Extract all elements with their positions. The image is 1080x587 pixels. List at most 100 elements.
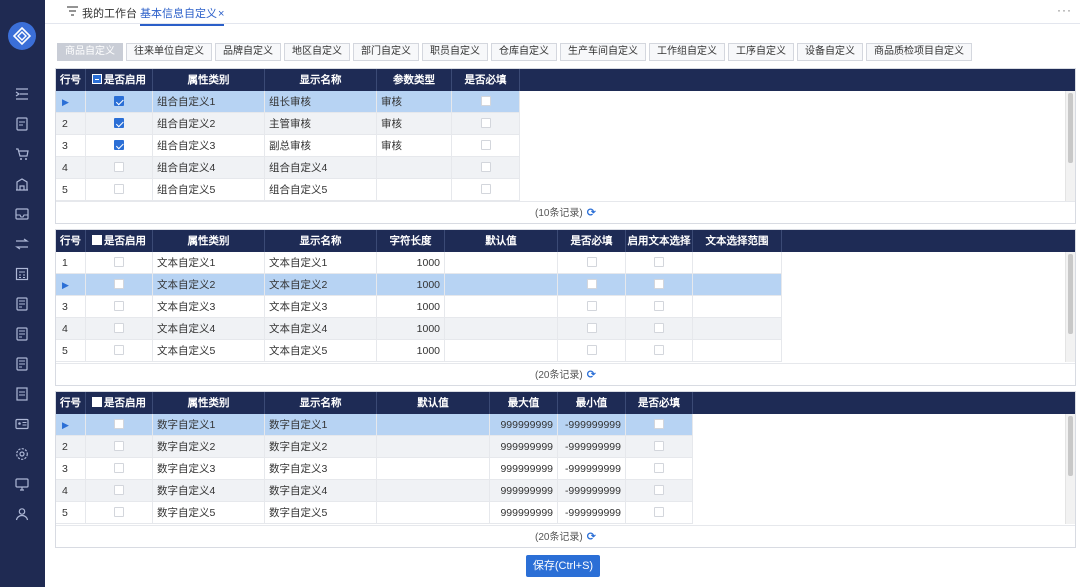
column-header-5[interactable]: 最大值 [490, 392, 558, 414]
checkbox[interactable] [654, 257, 664, 267]
table-row[interactable]: 4 数字自定义4 数字自定义4 999999999 -999999999 [56, 480, 693, 502]
refresh-icon[interactable]: ⟳ [587, 531, 596, 543]
cell-required[interactable] [558, 274, 626, 296]
column-header-6[interactable]: 最小值 [558, 392, 626, 414]
list-icon[interactable] [14, 386, 30, 402]
checkbox[interactable] [654, 441, 664, 451]
table-row[interactable]: 2 数字自定义2 数字自定义2 999999999 -999999999 [56, 436, 693, 458]
monitor-icon[interactable] [14, 476, 30, 492]
column-header-3[interactable]: 显示名称 [265, 230, 377, 252]
table-row[interactable]: 1 文本自定义1 文本自定义1 1000 [56, 252, 782, 274]
column-header-4[interactable]: 参数类型 [377, 69, 452, 91]
checkbox[interactable] [114, 279, 124, 289]
cell-required[interactable] [626, 458, 693, 480]
column-header-3[interactable]: 显示名称 [265, 69, 377, 91]
subtab-11[interactable]: 商品质检项目自定义 [866, 43, 972, 61]
user-icon[interactable] [14, 506, 30, 522]
column-header-0[interactable]: 行号 [56, 230, 86, 252]
close-tab-icon[interactable]: × [218, 8, 224, 20]
cell-required[interactable] [626, 480, 693, 502]
cell-text_select[interactable] [626, 274, 693, 296]
checkbox[interactable] [114, 118, 124, 128]
checkbox[interactable] [114, 463, 124, 473]
subtab-10[interactable]: 设备自定义 [797, 43, 863, 61]
cell-enabled[interactable] [86, 296, 153, 318]
column-header-0[interactable]: 行号 [56, 69, 86, 91]
more-icon[interactable]: ··· [1057, 3, 1072, 17]
settings-icon[interactable] [14, 446, 30, 462]
select-all-checkbox[interactable] [92, 235, 102, 245]
cell-required[interactable] [452, 135, 520, 157]
table-row[interactable]: ▶ 组合自定义1 组长审核 审核 [56, 91, 520, 113]
table-row[interactable]: 5 文本自定义5 文本自定义5 1000 [56, 340, 782, 362]
menu-indent-icon[interactable] [14, 86, 30, 102]
cell-enabled[interactable] [86, 135, 153, 157]
column-header-0[interactable]: 行号 [56, 392, 86, 414]
table-row[interactable]: 2 组合自定义2 主管审核 审核 [56, 113, 520, 135]
vertical-scrollbar[interactable] [1065, 414, 1075, 524]
select-all-checkbox[interactable] [92, 74, 102, 84]
refresh-icon[interactable]: ⟳ [587, 369, 596, 381]
checkbox[interactable] [114, 441, 124, 451]
checkbox[interactable] [480, 184, 491, 194]
checkbox[interactable] [586, 257, 597, 267]
table-row[interactable]: 5 数字自定义5 数字自定义5 999999999 -999999999 [56, 502, 693, 524]
cell-enabled[interactable] [86, 340, 153, 362]
filter-menu-icon[interactable] [67, 6, 78, 17]
cell-enabled[interactable] [86, 157, 153, 179]
column-header-4[interactable]: 字符长度 [377, 230, 445, 252]
cell-required[interactable] [626, 414, 693, 436]
cell-required[interactable] [452, 157, 520, 179]
column-header-1[interactable]: 是否启用 [86, 392, 153, 414]
vertical-scrollbar[interactable] [1065, 91, 1075, 201]
checkbox[interactable] [480, 140, 491, 150]
subtab-4[interactable]: 部门自定义 [353, 43, 419, 61]
cell-enabled[interactable] [86, 480, 153, 502]
column-header-4[interactable]: 默认值 [377, 392, 490, 414]
cell-required[interactable] [558, 318, 626, 340]
cell-required[interactable] [452, 179, 520, 201]
subtab-7[interactable]: 生产车间自定义 [560, 43, 646, 61]
cell-text_select[interactable] [626, 318, 693, 340]
document-icon[interactable] [14, 116, 30, 132]
checkbox[interactable] [480, 162, 491, 172]
cell-enabled[interactable] [86, 502, 153, 524]
table-row[interactable]: 5 组合自定义5 组合自定义5 [56, 179, 520, 201]
subtab-8[interactable]: 工作组自定义 [649, 43, 725, 61]
tab-custom-info[interactable]: 基本信息自定义× [140, 5, 225, 26]
checkbox[interactable] [480, 118, 491, 128]
checkbox[interactable] [654, 419, 664, 429]
cell-enabled[interactable] [86, 274, 153, 296]
column-header-6[interactable]: 是否必填 [558, 230, 626, 252]
checkbox[interactable] [114, 507, 124, 517]
table-row[interactable]: 3 数字自定义3 数字自定义3 999999999 -999999999 [56, 458, 693, 480]
column-header-5[interactable]: 是否必填 [452, 69, 520, 91]
column-header-1[interactable]: 是否启用 [86, 230, 153, 252]
checkbox[interactable] [654, 463, 664, 473]
select-all-checkbox[interactable] [92, 397, 102, 407]
table-row[interactable]: 4 文本自定义4 文本自定义4 1000 [56, 318, 782, 340]
subtab-2[interactable]: 品牌自定义 [215, 43, 281, 61]
column-header-2[interactable]: 属性类别 [153, 392, 265, 414]
tab-workbench[interactable]: 我的工作台 [82, 5, 137, 21]
cell-enabled[interactable] [86, 458, 153, 480]
checkbox[interactable] [114, 419, 124, 429]
id-card-icon[interactable] [14, 416, 30, 432]
column-header-2[interactable]: 属性类别 [153, 69, 265, 91]
table-row[interactable]: ▶ 数字自定义1 数字自定义1 999999999 -999999999 [56, 414, 693, 436]
refresh-icon[interactable]: ⟳ [587, 207, 596, 219]
checkbox[interactable] [114, 485, 124, 495]
column-header-5[interactable]: 默认值 [445, 230, 558, 252]
cell-enabled[interactable] [86, 179, 153, 201]
table-row[interactable]: 3 组合自定义3 副总审核 审核 [56, 135, 520, 157]
checkbox[interactable] [114, 257, 124, 267]
checkbox[interactable] [586, 323, 597, 333]
cell-enabled[interactable] [86, 318, 153, 340]
cell-required[interactable] [558, 340, 626, 362]
cell-enabled[interactable] [86, 91, 153, 113]
checkbox[interactable] [114, 162, 124, 172]
cell-text_select[interactable] [626, 296, 693, 318]
table-row[interactable]: 4 组合自定义4 组合自定义4 [56, 157, 520, 179]
checkbox[interactable] [586, 279, 597, 289]
building-icon[interactable] [14, 176, 30, 192]
